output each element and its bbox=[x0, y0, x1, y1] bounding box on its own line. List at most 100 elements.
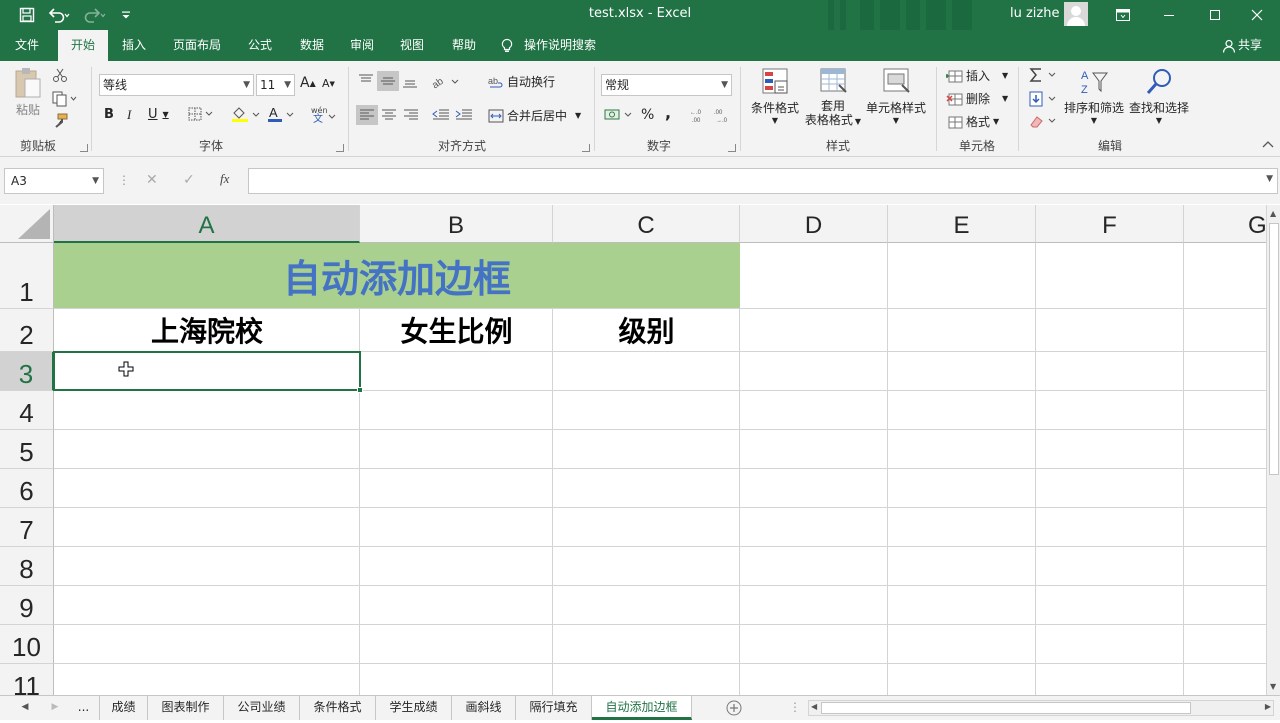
row-header-5[interactable]: 5 bbox=[0, 430, 54, 469]
row-header-7[interactable]: 7 bbox=[0, 508, 54, 547]
redo-icon[interactable] bbox=[80, 4, 110, 26]
horizontal-scroll-thumb[interactable] bbox=[821, 702, 1191, 714]
delete-cells-button[interactable]: 删除 ▼ bbox=[946, 90, 1008, 107]
cell-styles-button[interactable]: 单元格样式 ▼ bbox=[864, 67, 928, 125]
vertical-scrollbar[interactable]: ▲ ▼ bbox=[1266, 205, 1280, 695]
sheet-tab[interactable]: 隔行填充 bbox=[516, 696, 592, 720]
increase-indent-button[interactable] bbox=[455, 107, 473, 123]
tab-more[interactable]: ... bbox=[68, 696, 100, 720]
user-name[interactable]: lu zizhe bbox=[1010, 6, 1059, 21]
share-button[interactable]: 共享 bbox=[1214, 30, 1270, 61]
format-as-table-button[interactable]: 套用 表格格式 ▼ bbox=[803, 67, 863, 129]
header-cell-b2[interactable]: 女生比例 bbox=[360, 309, 553, 351]
column-header-c[interactable]: C bbox=[553, 205, 740, 243]
row-header-1[interactable]: 1 bbox=[0, 243, 54, 309]
fill-color-button[interactable] bbox=[230, 105, 262, 123]
paste-button[interactable]: 粘贴 bbox=[12, 67, 44, 127]
scroll-left-icon[interactable]: ◀ bbox=[811, 702, 817, 711]
number-launcher-icon[interactable] bbox=[728, 144, 736, 152]
cancel-icon[interactable]: ✕ bbox=[146, 172, 158, 188]
middle-align-button[interactable] bbox=[377, 71, 399, 91]
tab-data[interactable]: 数据 bbox=[290, 30, 334, 61]
tab-review[interactable]: 审阅 bbox=[340, 30, 384, 61]
bottom-align-button[interactable] bbox=[402, 73, 418, 89]
phonetic-button[interactable]: wén 文 bbox=[310, 105, 338, 123]
header-cell-a2[interactable]: 上海院校 bbox=[54, 309, 360, 351]
ribbon-display-options-icon[interactable] bbox=[1100, 0, 1146, 30]
tab-help[interactable]: 帮助 bbox=[442, 30, 486, 61]
column-header-f[interactable]: F bbox=[1036, 205, 1184, 243]
comma-style-button[interactable]: , bbox=[665, 103, 671, 122]
align-center-button[interactable] bbox=[381, 107, 397, 123]
column-header-b[interactable]: B bbox=[360, 205, 553, 243]
italic-button[interactable]: I bbox=[127, 107, 131, 123]
conditional-formatting-button[interactable]: 条件格式 ▼ bbox=[750, 67, 800, 125]
undo-icon[interactable] bbox=[44, 4, 74, 26]
scroll-down-icon[interactable]: ▼ bbox=[1270, 682, 1276, 691]
font-name-dropdown[interactable]: 等线 ▼ bbox=[99, 74, 254, 96]
header-cell-c2[interactable]: 级别 bbox=[553, 309, 740, 351]
fill-handle[interactable] bbox=[357, 387, 363, 393]
font-launcher-icon[interactable] bbox=[336, 144, 344, 152]
column-header-d[interactable]: D bbox=[740, 205, 888, 243]
decrease-indent-button[interactable] bbox=[432, 107, 450, 123]
clear-button[interactable] bbox=[1028, 113, 1058, 129]
grow-font-button[interactable]: A ▲ bbox=[300, 75, 316, 91]
column-header-a[interactable]: A bbox=[54, 205, 360, 243]
row-header-6[interactable]: 6 bbox=[0, 469, 54, 508]
customize-quick-access-icon[interactable] bbox=[116, 4, 136, 26]
sheet-tab[interactable]: 成绩 bbox=[100, 696, 148, 720]
format-painter-icon[interactable] bbox=[52, 113, 68, 129]
decrease-decimal-button[interactable]: .00 →.0 bbox=[714, 107, 732, 123]
sheet-tab[interactable]: 图表制作 bbox=[148, 696, 224, 720]
tab-view[interactable]: 视图 bbox=[390, 30, 434, 61]
row-header-3[interactable]: 3 bbox=[0, 352, 54, 391]
sheet-tab[interactable]: 画斜线 bbox=[452, 696, 516, 720]
row-header-4[interactable]: 4 bbox=[0, 391, 54, 430]
save-icon[interactable] bbox=[14, 4, 40, 26]
scroll-up-icon[interactable]: ▲ bbox=[1270, 209, 1276, 218]
tab-formulas[interactable]: 公式 bbox=[238, 30, 282, 61]
percent-style-button[interactable]: % bbox=[641, 107, 654, 123]
underline-button[interactable]: U ▼ bbox=[148, 107, 169, 122]
row-header-2[interactable]: 2 bbox=[0, 309, 54, 352]
selected-cell-a3[interactable] bbox=[53, 351, 363, 393]
tab-page-layout[interactable]: 页面布局 bbox=[164, 30, 230, 61]
minimize-icon[interactable] bbox=[1146, 0, 1192, 30]
number-format-dropdown[interactable]: 常规 ▼ bbox=[601, 74, 732, 96]
name-box[interactable]: A3 ▼ bbox=[4, 168, 104, 194]
clipboard-launcher-icon[interactable] bbox=[80, 144, 88, 152]
maximize-icon[interactable] bbox=[1192, 0, 1238, 30]
column-header-g[interactable]: G bbox=[1184, 205, 1266, 243]
horizontal-scrollbar[interactable]: ◀ ▶ bbox=[808, 700, 1274, 716]
format-cells-button[interactable]: 格式 ▼ bbox=[946, 113, 999, 130]
align-left-button[interactable] bbox=[356, 105, 378, 125]
sheet-tab[interactable]: 条件格式 bbox=[300, 696, 376, 720]
row-header-11[interactable]: 11 bbox=[0, 664, 54, 695]
find-select-button[interactable]: 查找和选择 ▼ bbox=[1128, 67, 1190, 125]
increase-decimal-button[interactable]: ←.0.00 bbox=[690, 107, 708, 123]
autosum-button[interactable] bbox=[1028, 67, 1058, 83]
tab-file[interactable]: 文件 bbox=[0, 30, 54, 61]
insert-cells-button[interactable]: 插入 ▼ bbox=[946, 67, 1008, 84]
sheet-tab[interactable]: 公司业绩 bbox=[224, 696, 300, 720]
enter-icon[interactable]: ✓ bbox=[183, 172, 195, 188]
shrink-font-button[interactable]: A ▼ bbox=[322, 77, 335, 90]
fill-button[interactable] bbox=[1028, 91, 1058, 107]
row-header-8[interactable]: 8 bbox=[0, 547, 54, 586]
avatar[interactable] bbox=[1064, 2, 1088, 26]
orientation-button[interactable]: ab bbox=[432, 73, 460, 89]
expand-formula-icon[interactable]: ▼ bbox=[1266, 174, 1273, 184]
font-color-button[interactable]: A bbox=[266, 105, 296, 123]
row-header-10[interactable]: 10 bbox=[0, 625, 54, 664]
font-size-dropdown[interactable]: 11 ▼ bbox=[256, 74, 295, 96]
tab-split-handle[interactable]: ⋮ bbox=[788, 696, 802, 720]
column-header-e[interactable]: E bbox=[888, 205, 1036, 243]
align-right-button[interactable] bbox=[403, 107, 419, 123]
alignment-launcher-icon[interactable] bbox=[582, 144, 590, 152]
scroll-right-icon[interactable]: ▶ bbox=[1265, 702, 1271, 711]
tab-scroll-right-icon[interactable]: ▶ bbox=[44, 696, 66, 720]
vertical-scroll-thumb[interactable] bbox=[1269, 223, 1279, 475]
tell-me-search[interactable]: 操作说明搜索 bbox=[500, 30, 610, 61]
tab-scroll-left-icon[interactable]: ◀ bbox=[14, 696, 36, 720]
